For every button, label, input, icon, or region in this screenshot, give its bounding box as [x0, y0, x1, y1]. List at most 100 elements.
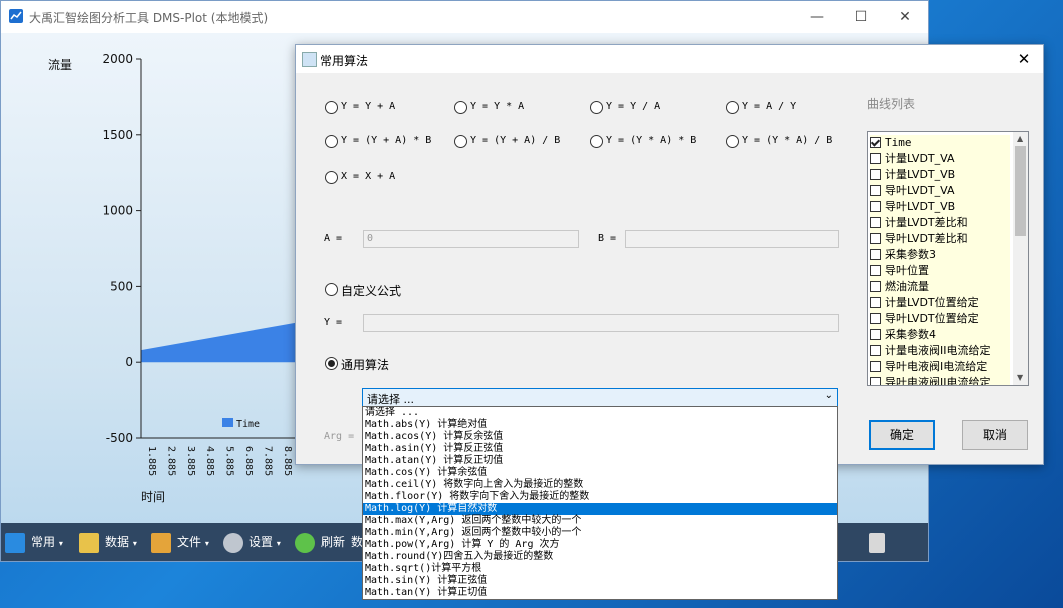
- curve-checkbox[interactable]: [870, 200, 881, 212]
- radio-formula-4[interactable]: [726, 101, 739, 114]
- dropdown-option[interactable]: Math.asin(Y) 计算反正弦值: [363, 443, 837, 455]
- curve-checkbox[interactable]: [870, 248, 881, 260]
- curve-list-item[interactable]: 计量LVDT_VB: [870, 167, 1010, 183]
- clipboard-button[interactable]: [869, 523, 891, 561]
- curve-list[interactable]: Time 计量LVDT_VA 计量LVDT_VB 导叶LVDT_VA 导叶LVDT_VB…: [867, 131, 1029, 386]
- radio-formula-5[interactable]: [325, 135, 338, 148]
- dropdown-option[interactable]: Math.sin(Y) 计算正弦值: [363, 575, 837, 587]
- curve-list-item[interactable]: 导叶LVDT位置给定: [870, 311, 1010, 327]
- custom-formula-input[interactable]: [363, 314, 839, 332]
- formula-label-4: Y = A / Y: [742, 101, 797, 112]
- curve-checkbox[interactable]: [870, 136, 881, 148]
- chevron-down-icon[interactable]: ⌄: [825, 390, 833, 401]
- dropdown-option[interactable]: Math.tan(Y) 计算正切值: [363, 587, 837, 599]
- formula-label-3: Y = Y / A: [606, 101, 661, 112]
- curve-checkbox[interactable]: [870, 280, 881, 292]
- main-title-bar[interactable]: 大禹汇智绘图分析工具 DMS-Plot (本地模式) — ☐ ✕: [1, 1, 928, 33]
- dropdown-option[interactable]: Math.floor(Y) 将数字向下舍入为最接近的整数: [363, 491, 837, 503]
- minimize-button[interactable]: —: [794, 5, 840, 29]
- y-tick-label: 2000: [102, 52, 133, 66]
- toolbar-item-common[interactable]: 常用 ▾: [5, 523, 63, 561]
- y-label: Y =: [324, 317, 343, 328]
- b-input[interactable]: [625, 230, 839, 248]
- curve-checkbox[interactable]: [870, 184, 881, 196]
- dropdown-option[interactable]: Math.max(Y,Arg) 返回两个整数中较大的一个: [363, 515, 837, 527]
- algorithm-combobox[interactable]: 请选择 ... ⌄: [362, 388, 838, 407]
- dropdown-option[interactable]: Math.acos(Y) 计算反余弦值: [363, 431, 837, 443]
- formula-label-9: X = X + A: [341, 171, 396, 182]
- dropdown-option[interactable]: Math.min(Y,Arg) 返回两个整数中较小的一个: [363, 527, 837, 539]
- dropdown-option[interactable]: Math.log(Y) 计算自然对数: [363, 503, 837, 515]
- curve-checkbox[interactable]: [870, 296, 881, 308]
- toolbar-item-file[interactable]: 文件 ▾: [151, 523, 209, 561]
- legend-label: Time: [236, 419, 260, 430]
- curve-list-item[interactable]: 导叶电液阀II电流给定: [870, 375, 1010, 385]
- curve-checkbox[interactable]: [870, 328, 881, 340]
- curve-list-item[interactable]: 采集参数4: [870, 327, 1010, 343]
- curve-list-item[interactable]: 计量LVDT_VA: [870, 151, 1010, 167]
- legend-swatch: [222, 418, 233, 427]
- a-input[interactable]: 0: [363, 230, 579, 248]
- curve-list-item[interactable]: 导叶LVDT差比和: [870, 231, 1010, 247]
- cancel-button[interactable]: 取消: [962, 420, 1028, 450]
- dropdown-option[interactable]: Math.cos(Y) 计算余弦值: [363, 467, 837, 479]
- toolbar-refresh-label: 刷新: [321, 535, 346, 549]
- curve-checkbox[interactable]: [870, 216, 881, 228]
- ok-button[interactable]: 确定: [869, 420, 935, 450]
- curve-list-item[interactable]: 导叶位置: [870, 263, 1010, 279]
- curve-checkbox[interactable]: [870, 168, 881, 180]
- curve-list-item[interactable]: 计量电液阀II电流给定: [870, 343, 1010, 359]
- scroll-up-icon[interactable]: ▲: [1017, 134, 1023, 143]
- x-tick-label: 4.885: [204, 446, 215, 476]
- curve-label: 燃油流量: [885, 280, 929, 293]
- close-button[interactable]: ✕: [882, 5, 928, 29]
- curve-label: 计量LVDT差比和: [885, 216, 968, 229]
- curve-list-item[interactable]: 导叶LVDT_VB: [870, 199, 1010, 215]
- curve-checkbox[interactable]: [870, 232, 881, 244]
- scroll-down-icon[interactable]: ▼: [1017, 373, 1023, 382]
- radio-formula-8[interactable]: [726, 135, 739, 148]
- curve-list-item[interactable]: 采集参数3: [870, 247, 1010, 263]
- curve-checkbox[interactable]: [870, 312, 881, 324]
- dropdown-option[interactable]: Math.abs(Y) 计算绝对值: [363, 419, 837, 431]
- radio-custom-formula[interactable]: [325, 283, 338, 296]
- radio-formula-2[interactable]: [454, 101, 467, 114]
- curve-checkbox[interactable]: [870, 264, 881, 276]
- dropdown-option[interactable]: Math.round(Y)四舍五入为最接近的整数: [363, 551, 837, 563]
- curve-list-item[interactable]: 导叶LVDT_VA: [870, 183, 1010, 199]
- curve-checkbox[interactable]: [870, 152, 881, 164]
- dropdown-option[interactable]: Math.sqrt()计算平方根: [363, 563, 837, 575]
- radio-formula-6[interactable]: [454, 135, 467, 148]
- toolbar-item-data[interactable]: 数据 ▾: [79, 523, 137, 561]
- radio-formula-3[interactable]: [590, 101, 603, 114]
- curve-checkbox[interactable]: [870, 376, 881, 385]
- dialog-close-button[interactable]: ✕: [1011, 49, 1037, 69]
- dropdown-option[interactable]: Math.ceil(Y) 将数字向上舍入为最接近的整数: [363, 479, 837, 491]
- curve-list-item[interactable]: 燃油流量: [870, 279, 1010, 295]
- dropdown-option[interactable]: Math.pow(Y,Arg) 计算 Y 的 Arg 次方: [363, 539, 837, 551]
- toolbar-item-settings[interactable]: 设置 ▾: [223, 523, 281, 561]
- algorithm-dropdown-list[interactable]: 请选择 ... Math.abs(Y) 计算绝对值 Math.acos(Y) 计算反…: [362, 406, 838, 600]
- curve-list-scrollbar[interactable]: ▲ ▼: [1013, 132, 1028, 385]
- app-title: 大禹汇智绘图分析工具 DMS-Plot (本地模式): [29, 11, 269, 25]
- radio-general-algorithm[interactable]: [325, 357, 338, 370]
- curve-list-item[interactable]: 计量LVDT差比和: [870, 215, 1010, 231]
- dropdown-option[interactable]: 请选择 ...: [363, 407, 837, 419]
- radio-formula-9[interactable]: [325, 171, 338, 184]
- toolbar-item-refresh[interactable]: 刷新: [295, 523, 345, 561]
- curve-list-item[interactable]: 计量LVDT位置给定: [870, 295, 1010, 311]
- curve-checkbox[interactable]: [870, 344, 881, 356]
- dropdown-option[interactable]: Math.atan(Y) 计算反正切值: [363, 455, 837, 467]
- curve-list-item[interactable]: 导叶电液阀Ⅰ电流给定: [870, 359, 1010, 375]
- curve-checkbox[interactable]: [870, 360, 881, 372]
- curve-list-item[interactable]: Time: [870, 135, 1010, 151]
- radio-formula-7[interactable]: [590, 135, 603, 148]
- files-icon: [151, 532, 171, 553]
- radio-formula-1[interactable]: [325, 101, 338, 114]
- curve-label: 计量LVDT位置给定: [885, 296, 979, 309]
- scrollbar-thumb[interactable]: [1015, 146, 1026, 236]
- maximize-button[interactable]: ☐: [838, 5, 884, 29]
- dialog-title-bar[interactable]: 常用算法 ✕: [296, 45, 1043, 73]
- curve-label: 导叶电液阀Ⅰ电流给定: [885, 360, 988, 373]
- formula-label-2: Y = Y * A: [470, 101, 525, 112]
